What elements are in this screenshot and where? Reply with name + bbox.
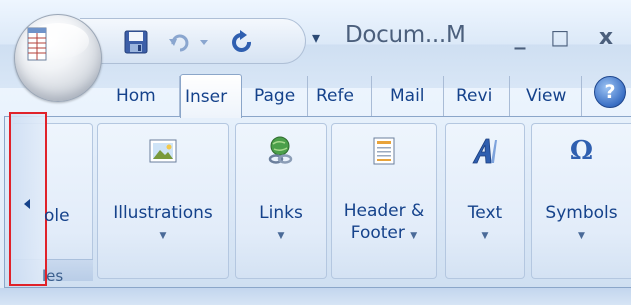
group-illustrations[interactable]: Illustrations ▼	[97, 123, 229, 279]
scroll-left-arrow-icon	[24, 199, 30, 209]
undo-button[interactable]	[164, 27, 194, 57]
dropdown-arrow-icon	[200, 40, 208, 45]
tab-mailings[interactable]: Mail	[386, 76, 444, 116]
document-title: Docum...M	[345, 22, 466, 48]
group-label-line-2-text: Footer	[350, 223, 405, 243]
globe-link-icon	[264, 134, 298, 168]
tab-review[interactable]: Revi	[452, 76, 510, 116]
dropdown-arrow-icon: ▼	[159, 231, 167, 241]
group-tables-footer-fragment: les	[42, 267, 64, 285]
undo-icon	[169, 34, 189, 52]
ribbon-scroll-left-button[interactable]	[9, 112, 47, 286]
group-label: Links	[259, 203, 303, 223]
save-button[interactable]	[120, 27, 152, 57]
tab-label: Inser	[185, 86, 228, 107]
quick-access-toolbar	[80, 18, 306, 64]
dropdown-arrow-icon: ▼	[410, 231, 418, 241]
help-icon: ?	[604, 81, 616, 103]
ribbon-panel: Illustrations ▼ Links ▼ Header & Footer …	[4, 116, 631, 288]
group-label: Illustrations	[113, 203, 213, 223]
group-label: Symbols	[545, 203, 618, 223]
minimize-icon: _	[514, 24, 526, 50]
table-icon	[22, 26, 50, 62]
group-text[interactable]: Text ▼	[445, 123, 525, 279]
redo-button[interactable]	[226, 27, 260, 57]
wordart-icon	[468, 134, 502, 168]
picture-icon	[146, 134, 180, 168]
dropdown-arrow-icon: ▼	[481, 231, 489, 241]
tab-label: Refe	[316, 86, 354, 106]
group-links[interactable]: Links ▼	[235, 123, 327, 279]
redo-icon	[232, 30, 251, 52]
group-tables-label-fragment: ole	[44, 206, 70, 226]
tab-view[interactable]: View	[522, 76, 582, 116]
dropdown-arrow-icon: ▼	[578, 231, 585, 241]
close-button[interactable]: x	[586, 20, 626, 54]
group-label: Text	[467, 203, 503, 223]
tab-references[interactable]: Refe	[312, 76, 372, 116]
tab-label: Hom	[116, 86, 156, 106]
omega-icon: Ω	[565, 134, 599, 168]
tab-label: View	[526, 86, 567, 106]
maximize-button[interactable]: □	[540, 20, 580, 54]
ribbon-bottom-edge	[0, 288, 631, 305]
help-button[interactable]: ?	[594, 76, 626, 108]
minimize-button[interactable]: _	[500, 20, 540, 54]
dropdown-arrow-icon: ▼	[277, 231, 285, 241]
group-label-line-1: Header &	[343, 201, 425, 221]
customize-qat-button[interactable]: ▾	[312, 28, 330, 48]
omega-glyph: Ω	[569, 136, 594, 166]
tab-page-layout[interactable]: Page	[250, 76, 308, 116]
tab-insert[interactable]: Inser	[180, 74, 242, 118]
maximize-icon: □	[550, 25, 570, 49]
group-header-footer[interactable]: Header & Footer ▼	[331, 123, 437, 279]
save-icon	[124, 30, 148, 54]
undo-dropdown-button[interactable]	[194, 27, 214, 57]
tab-label: Page	[254, 86, 296, 106]
group-label-line-2: Footer ▼	[332, 222, 436, 247]
customize-qat-icon: ▾	[312, 28, 321, 47]
header-footer-icon	[367, 134, 401, 168]
tab-label: Mail	[390, 86, 425, 106]
close-icon: x	[598, 24, 614, 50]
tab-label: Revi	[456, 86, 493, 106]
tab-home[interactable]: Hom	[112, 76, 180, 116]
group-label: Header & Footer ▼	[332, 200, 436, 247]
group-symbols[interactable]: Ω Symbols ▼	[531, 123, 631, 279]
